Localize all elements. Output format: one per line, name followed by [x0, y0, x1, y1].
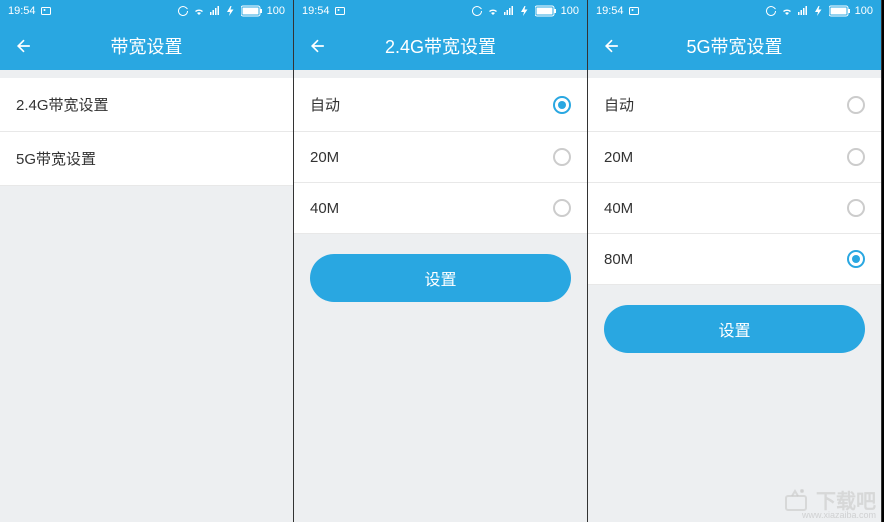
radio-indicator [847, 96, 865, 114]
status-bar: 19:54 100 [0, 0, 293, 22]
nav-item-5g[interactable]: 5G带宽设置 [0, 132, 293, 186]
battery-icon [535, 5, 557, 17]
radio-indicator [847, 250, 865, 268]
photo-icon [628, 5, 640, 17]
wifi-icon [193, 5, 205, 17]
photo-icon [334, 5, 346, 17]
radio-indicator [553, 96, 571, 114]
back-button[interactable] [600, 34, 624, 58]
sync-icon [177, 5, 189, 17]
radio-label: 40M [310, 200, 339, 217]
title-bar: 带宽设置 [0, 22, 293, 70]
watermark-url: www.xiazaiba.com [802, 510, 876, 520]
radio-indicator [553, 148, 571, 166]
back-button[interactable] [12, 34, 36, 58]
charging-icon [813, 5, 825, 17]
photo-icon [40, 5, 52, 17]
page-title: 5G带宽设置 [588, 33, 881, 59]
signal-icon [797, 5, 809, 17]
battery-level: 100 [267, 5, 285, 17]
radio-label: 自动 [604, 94, 634, 115]
radio-indicator [847, 199, 865, 217]
radio-option-20m[interactable]: 20M [294, 132, 587, 183]
signal-icon [503, 5, 515, 17]
screen-3: 19:54 100 5G带宽设置 自动 20M 40M [588, 0, 882, 522]
content: 自动 20M 40M 80M 设置 [588, 70, 881, 522]
sync-icon [765, 5, 777, 17]
content: 2.4G带宽设置 5G带宽设置 [0, 70, 293, 522]
radio-option-auto[interactable]: 自动 [294, 78, 587, 132]
radio-option-40m[interactable]: 40M [588, 183, 881, 234]
radio-option-40m[interactable]: 40M [294, 183, 587, 234]
radio-label: 40M [604, 200, 633, 217]
signal-icon [209, 5, 221, 17]
radio-label: 自动 [310, 94, 340, 115]
charging-icon [519, 5, 531, 17]
back-arrow-icon [602, 36, 622, 56]
status-bar: 19:54 100 [588, 0, 881, 22]
wifi-icon [487, 5, 499, 17]
radio-indicator [847, 148, 865, 166]
radio-label: 20M [310, 149, 339, 166]
title-bar: 5G带宽设置 [588, 22, 881, 70]
page-title: 2.4G带宽设置 [294, 33, 587, 59]
set-button[interactable]: 设置 [604, 305, 865, 353]
nav-item-24g[interactable]: 2.4G带宽设置 [0, 78, 293, 132]
sync-icon [471, 5, 483, 17]
back-arrow-icon [14, 36, 34, 56]
status-time: 19:54 [596, 5, 624, 17]
battery-icon [829, 5, 851, 17]
battery-level: 100 [561, 5, 579, 17]
radio-label: 20M [604, 149, 633, 166]
radio-option-auto[interactable]: 自动 [588, 78, 881, 132]
charging-icon [225, 5, 237, 17]
title-bar: 2.4G带宽设置 [294, 22, 587, 70]
radio-indicator [553, 199, 571, 217]
status-bar: 19:54 100 [294, 0, 587, 22]
radio-option-20m[interactable]: 20M [588, 132, 881, 183]
back-button[interactable] [306, 34, 330, 58]
status-time: 19:54 [302, 5, 330, 17]
wifi-icon [781, 5, 793, 17]
screen-2: 19:54 100 2.4G带宽设置 自动 20M 40M 设 [294, 0, 588, 522]
set-button[interactable]: 设置 [310, 254, 571, 302]
page-title: 带宽设置 [0, 33, 293, 59]
screen-1: 19:54 100 带宽设置 2.4G带宽设置 5G带宽设置 [0, 0, 294, 522]
nav-item-label: 2.4G带宽设置 [16, 94, 109, 115]
nav-item-label: 5G带宽设置 [16, 148, 96, 169]
back-arrow-icon [308, 36, 328, 56]
content: 自动 20M 40M 设置 [294, 70, 587, 522]
status-time: 19:54 [8, 5, 36, 17]
radio-option-80m[interactable]: 80M [588, 234, 881, 285]
radio-label: 80M [604, 251, 633, 268]
battery-level: 100 [855, 5, 873, 17]
battery-icon [241, 5, 263, 17]
